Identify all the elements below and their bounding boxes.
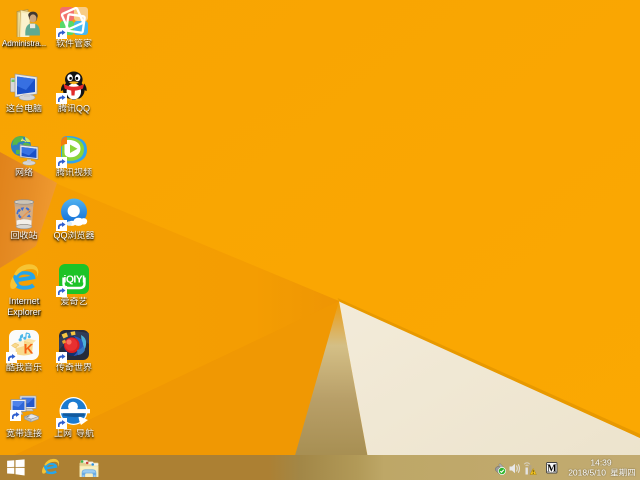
svg-text:iQIYI: iQIYI [64, 274, 86, 286]
svg-text:K: K [24, 342, 34, 357]
svg-text:M: M [547, 463, 557, 474]
svg-text:QQ: QQ [76, 103, 90, 113]
svg-text:14:39: 14:39 [590, 458, 612, 468]
svg-text:QQ: QQ [54, 230, 68, 240]
svg-text:2018/5/10: 2018/5/10 [568, 468, 606, 478]
